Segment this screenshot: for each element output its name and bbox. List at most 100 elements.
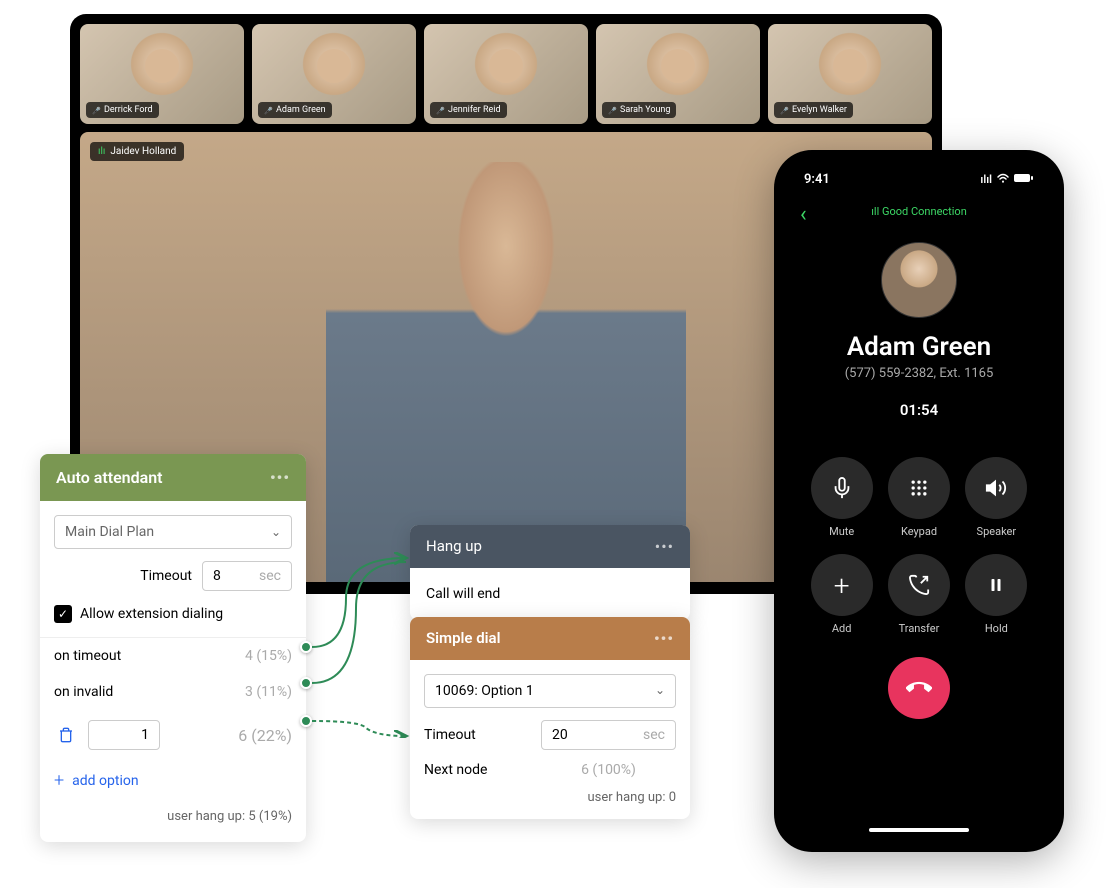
hangup-card: Hang up ••• Call will end — [410, 525, 690, 620]
keypad-button[interactable]: Keypad — [888, 457, 950, 538]
more-icon[interactable]: ••• — [270, 468, 290, 487]
participant-thumbnails: Derrick Ford Adam Green Jennifer Reid Sa… — [80, 24, 932, 124]
option-label: on timeout — [54, 648, 121, 664]
simple-dial-footer: user hang up: 0 — [424, 790, 676, 805]
add-button[interactable]: + Add — [811, 554, 873, 635]
main-speaker-name: Jaidev Holland — [110, 146, 176, 157]
option-number-input[interactable]: 1 — [88, 720, 160, 750]
mute-button[interactable]: Mute — [811, 457, 873, 538]
transfer-button[interactable]: Transfer — [888, 554, 950, 635]
plus-icon: + — [834, 569, 850, 602]
auto-attendant-card: Auto attendant ••• Main Dial Plan ⌄ Time… — [40, 454, 306, 842]
transfer-icon — [908, 574, 930, 596]
phone-hangup-icon — [906, 675, 932, 701]
option-stat: 3 (11%) — [245, 684, 292, 700]
speaker-icon — [985, 477, 1007, 499]
timeout-value: 20 — [552, 727, 568, 743]
pause-icon — [987, 576, 1005, 594]
phone-mockup: 9:41 ılıl ‹ ıll Good Connection Adam Gre… — [774, 150, 1064, 852]
mic-icon — [92, 106, 100, 114]
caller-avatar — [881, 242, 957, 318]
participant-name-tag: Adam Green — [258, 102, 332, 118]
timeout-unit: sec — [643, 727, 665, 743]
timeout-input[interactable]: 20 sec — [541, 720, 676, 750]
hangup-title: Hang up — [426, 537, 482, 556]
more-icon[interactable]: ••• — [654, 629, 674, 648]
timeout-unit: sec — [259, 568, 281, 584]
option-stat: 4 (15%) — [245, 648, 292, 664]
dial-plan-select[interactable]: Main Dial Plan ⌄ — [54, 515, 292, 549]
hangup-header: Hang up ••• — [410, 525, 690, 568]
hold-button[interactable]: Hold — [965, 554, 1027, 635]
participant-name: Jennifer Reid — [448, 105, 501, 115]
participant-name: Sarah Young — [620, 105, 670, 115]
option-label: on invalid — [54, 684, 113, 700]
auto-attendant-footer: user hang up: 5 (19%) — [54, 801, 292, 828]
connector-node-icon[interactable] — [300, 715, 312, 727]
hangup-body: Call will end — [410, 568, 690, 620]
mic-icon — [780, 106, 788, 114]
mic-icon — [436, 106, 444, 114]
participant-thumb[interactable]: Sarah Young — [596, 24, 760, 124]
participant-name-tag: Sarah Young — [602, 102, 676, 118]
allow-extension-checkbox[interactable]: ✓ — [54, 605, 72, 623]
participant-thumb[interactable]: Evelyn Walker — [768, 24, 932, 124]
next-node-stat: 6 (100%) — [541, 762, 676, 778]
mic-icon — [264, 106, 272, 114]
timeout-label: Timeout — [140, 568, 192, 584]
chevron-down-icon: ⌄ — [655, 683, 665, 699]
battery-icon — [1014, 173, 1034, 186]
simple-dial-select[interactable]: 10069: Option 1 ⌄ — [424, 674, 676, 708]
timeout-label: Timeout — [424, 727, 476, 743]
audio-icon: ılı — [98, 146, 105, 157]
chevron-down-icon: ⌄ — [271, 525, 281, 539]
more-icon[interactable]: ••• — [655, 537, 674, 556]
simple-dial-card: Simple dial ••• 10069: Option 1 ⌄ Timeou… — [410, 617, 690, 819]
main-speaker-name-tag: ılı Jaidev Holland — [90, 142, 184, 161]
signal-icon: ılıl — [980, 173, 992, 186]
timeout-input[interactable]: 8 sec — [202, 561, 292, 591]
keypad-icon — [909, 478, 929, 498]
mic-icon — [831, 477, 853, 499]
timeout-value: 8 — [213, 568, 221, 584]
status-time: 9:41 — [804, 172, 830, 187]
connector-node-icon[interactable] — [300, 677, 312, 689]
participant-thumb[interactable]: Adam Green — [252, 24, 416, 124]
participant-name-tag: Derrick Ford — [86, 102, 159, 118]
participant-name: Adam Green — [276, 105, 326, 115]
participant-name: Derrick Ford — [104, 105, 153, 115]
connector-node-icon[interactable] — [300, 641, 312, 653]
simple-dial-header: Simple dial ••• — [410, 617, 690, 660]
option-stat: 6 (22%) — [238, 726, 292, 745]
caller-number: (577) 559-2382, Ext. 1165 — [786, 366, 1052, 381]
participant-thumb[interactable]: Derrick Ford — [80, 24, 244, 124]
simple-dial-title: Simple dial — [426, 629, 501, 648]
status-bar: 9:41 ılıl — [786, 162, 1052, 191]
allow-extension-label: Allow extension dialing — [80, 606, 223, 622]
wifi-icon — [996, 173, 1010, 186]
trash-icon — [58, 727, 74, 743]
speaker-button[interactable]: Speaker — [965, 457, 1027, 538]
plus-icon: + — [54, 770, 64, 791]
phone-screen: 9:41 ılıl ‹ ıll Good Connection Adam Gre… — [786, 162, 1052, 840]
simple-dial-option: 10069: Option 1 — [435, 683, 534, 699]
auto-attendant-title: Auto attendant — [56, 468, 163, 487]
call-controls: Mute Keypad Speaker + Add Transfer Hold — [786, 419, 1052, 635]
caller-name: Adam Green — [786, 332, 1052, 362]
mic-icon — [608, 106, 616, 114]
participant-name-tag: Jennifer Reid — [430, 102, 507, 118]
back-button[interactable]: ‹ — [800, 202, 807, 227]
signal-icon: ıll — [871, 205, 882, 218]
connection-status: ıll Good Connection — [786, 205, 1052, 218]
home-indicator[interactable] — [869, 828, 969, 832]
participant-name: Evelyn Walker — [792, 105, 847, 115]
dial-plan-value: Main Dial Plan — [65, 524, 154, 540]
participant-name-tag: Evelyn Walker — [774, 102, 853, 118]
delete-option-button[interactable] — [54, 723, 78, 747]
auto-attendant-header: Auto attendant ••• — [40, 454, 306, 501]
add-option-label: add option — [72, 773, 138, 789]
participant-thumb[interactable]: Jennifer Reid — [424, 24, 588, 124]
call-timer: 01:54 — [786, 401, 1052, 419]
add-option-button[interactable]: + add option — [54, 760, 292, 801]
hangup-button[interactable] — [888, 657, 950, 719]
